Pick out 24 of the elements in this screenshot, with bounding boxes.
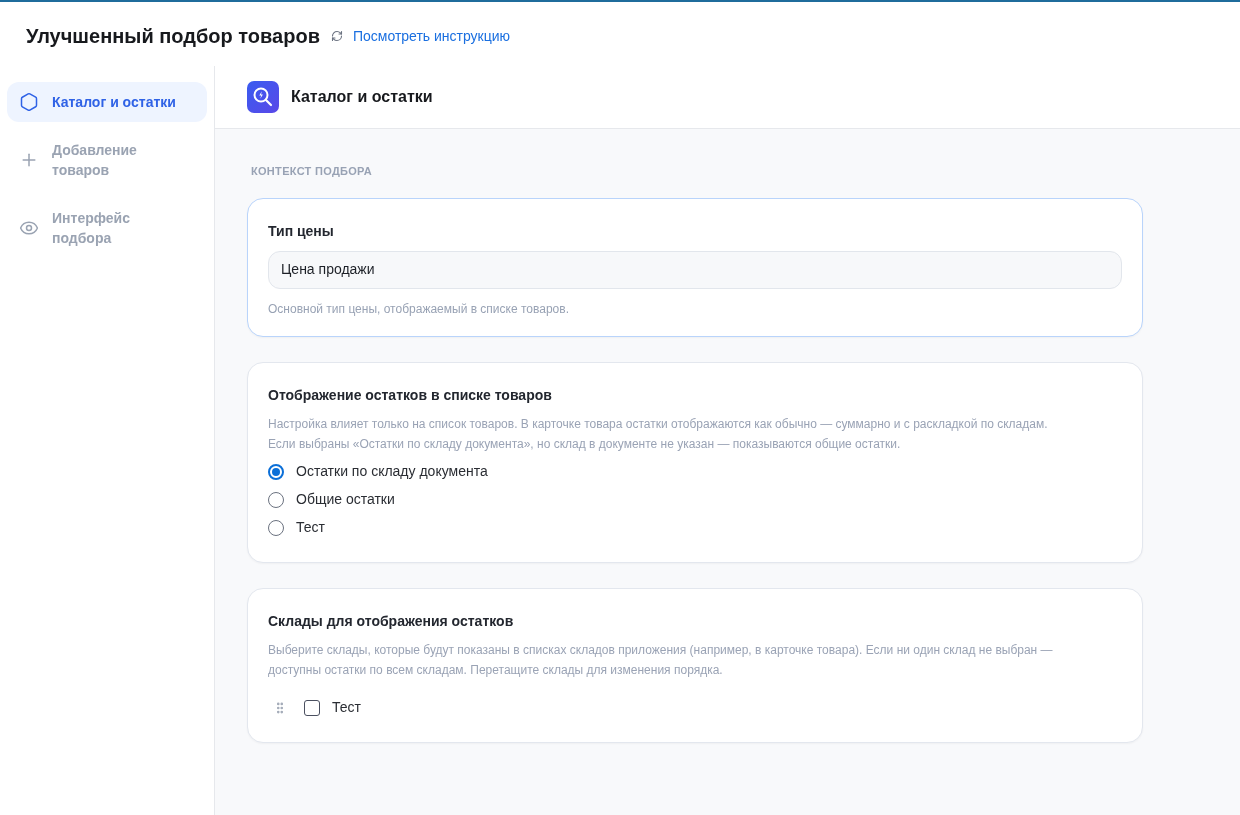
card-title: Отображение остатков в списке товаров xyxy=(268,385,553,405)
select-field[interactable]: Цена продажи xyxy=(268,250,1122,289)
radio-label: Остатки по складу документа xyxy=(296,462,488,481)
card-title: Тип цены xyxy=(268,221,335,241)
field-hint: Основной тип цены, отображаемый в списке товаров. xyxy=(268,300,570,317)
card-title: Склады для отображения остатков xyxy=(268,611,515,631)
magnifier-lightning-icon xyxy=(247,81,279,113)
card-description: Настройка влияет только на список товаров. В карточке товара остатки отображаются как обычно — суммарно и с раскладкой по складам. Если выбраны «Остатки по складу документа», но склад в документе не указан — показываются общие остатки. xyxy=(268,415,1049,453)
page-title: Улучшенный подбор товаров xyxy=(26,24,320,49)
content-title: Каталог и остатки xyxy=(291,87,433,107)
instructions-link[interactable]: Посмотреть инструкцию xyxy=(352,25,511,47)
radio-button[interactable] xyxy=(268,463,284,480)
hexagon-icon xyxy=(19,92,39,112)
checkbox[interactable] xyxy=(304,699,320,716)
sidebar-item[interactable]: Интерфейс подбора xyxy=(7,198,207,258)
radio-label: Общие остатки xyxy=(296,490,395,509)
eye-icon xyxy=(19,218,39,238)
section-label: КОНТЕКСТ ПОДБОРА xyxy=(250,164,373,179)
sidebar-item[interactable]: Каталог и остатки xyxy=(7,82,207,122)
radio-label: Тест xyxy=(296,518,325,537)
sidebar-item[interactable]: Добавление товаров xyxy=(7,130,207,190)
refresh-icon[interactable] xyxy=(330,30,343,42)
card-description: Выберите склады, которые будут показаны в списках складов приложения (например, в карточке товара). Если ни один склад не выбран — доступны остатки по всем складам. Перетащите склады для изменения порядка. xyxy=(268,641,1054,679)
checkbox-label: Тест xyxy=(332,698,361,717)
